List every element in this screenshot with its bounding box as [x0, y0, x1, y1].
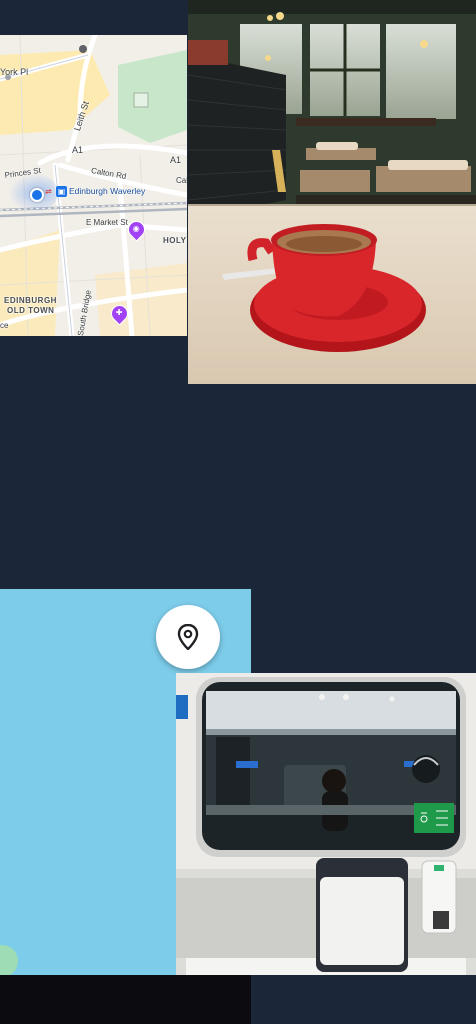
dark-photo-strip[interactable] [0, 975, 251, 1024]
map-land-blob [0, 945, 18, 977]
map-label-old-town: OLD TOWN [7, 306, 55, 315]
train-photo-illustration [176, 673, 476, 975]
current-location-dot [30, 188, 44, 202]
coffee-photo-illustration [188, 0, 476, 384]
rail-icon: ⇌ [45, 187, 52, 196]
map-label-holy: HOLY [163, 236, 187, 245]
photo-coffee-cup[interactable] [188, 0, 476, 384]
map-label-edge: ce [0, 321, 9, 330]
map-thumbnail[interactable]: York Pl Leith St A1 A1 Calton Rd Cal Pri… [0, 35, 187, 336]
train-icon[interactable]: ▣ [56, 186, 67, 197]
photo-train-window[interactable] [176, 673, 476, 975]
location-button[interactable] [156, 605, 220, 669]
map-label-edinburgh: EDINBURGH [4, 296, 57, 305]
map-label-york-pl: York Pl [0, 67, 29, 77]
map-label-e-market-st: E Market St [86, 218, 128, 227]
map-label-station[interactable]: Edinburgh Waverley [69, 186, 145, 196]
map-label-cal: Cal [176, 176, 187, 185]
map-label-a1: A1 [72, 145, 84, 155]
map-label-a1-east: A1 [170, 155, 182, 165]
map-pin-icon [177, 624, 199, 650]
